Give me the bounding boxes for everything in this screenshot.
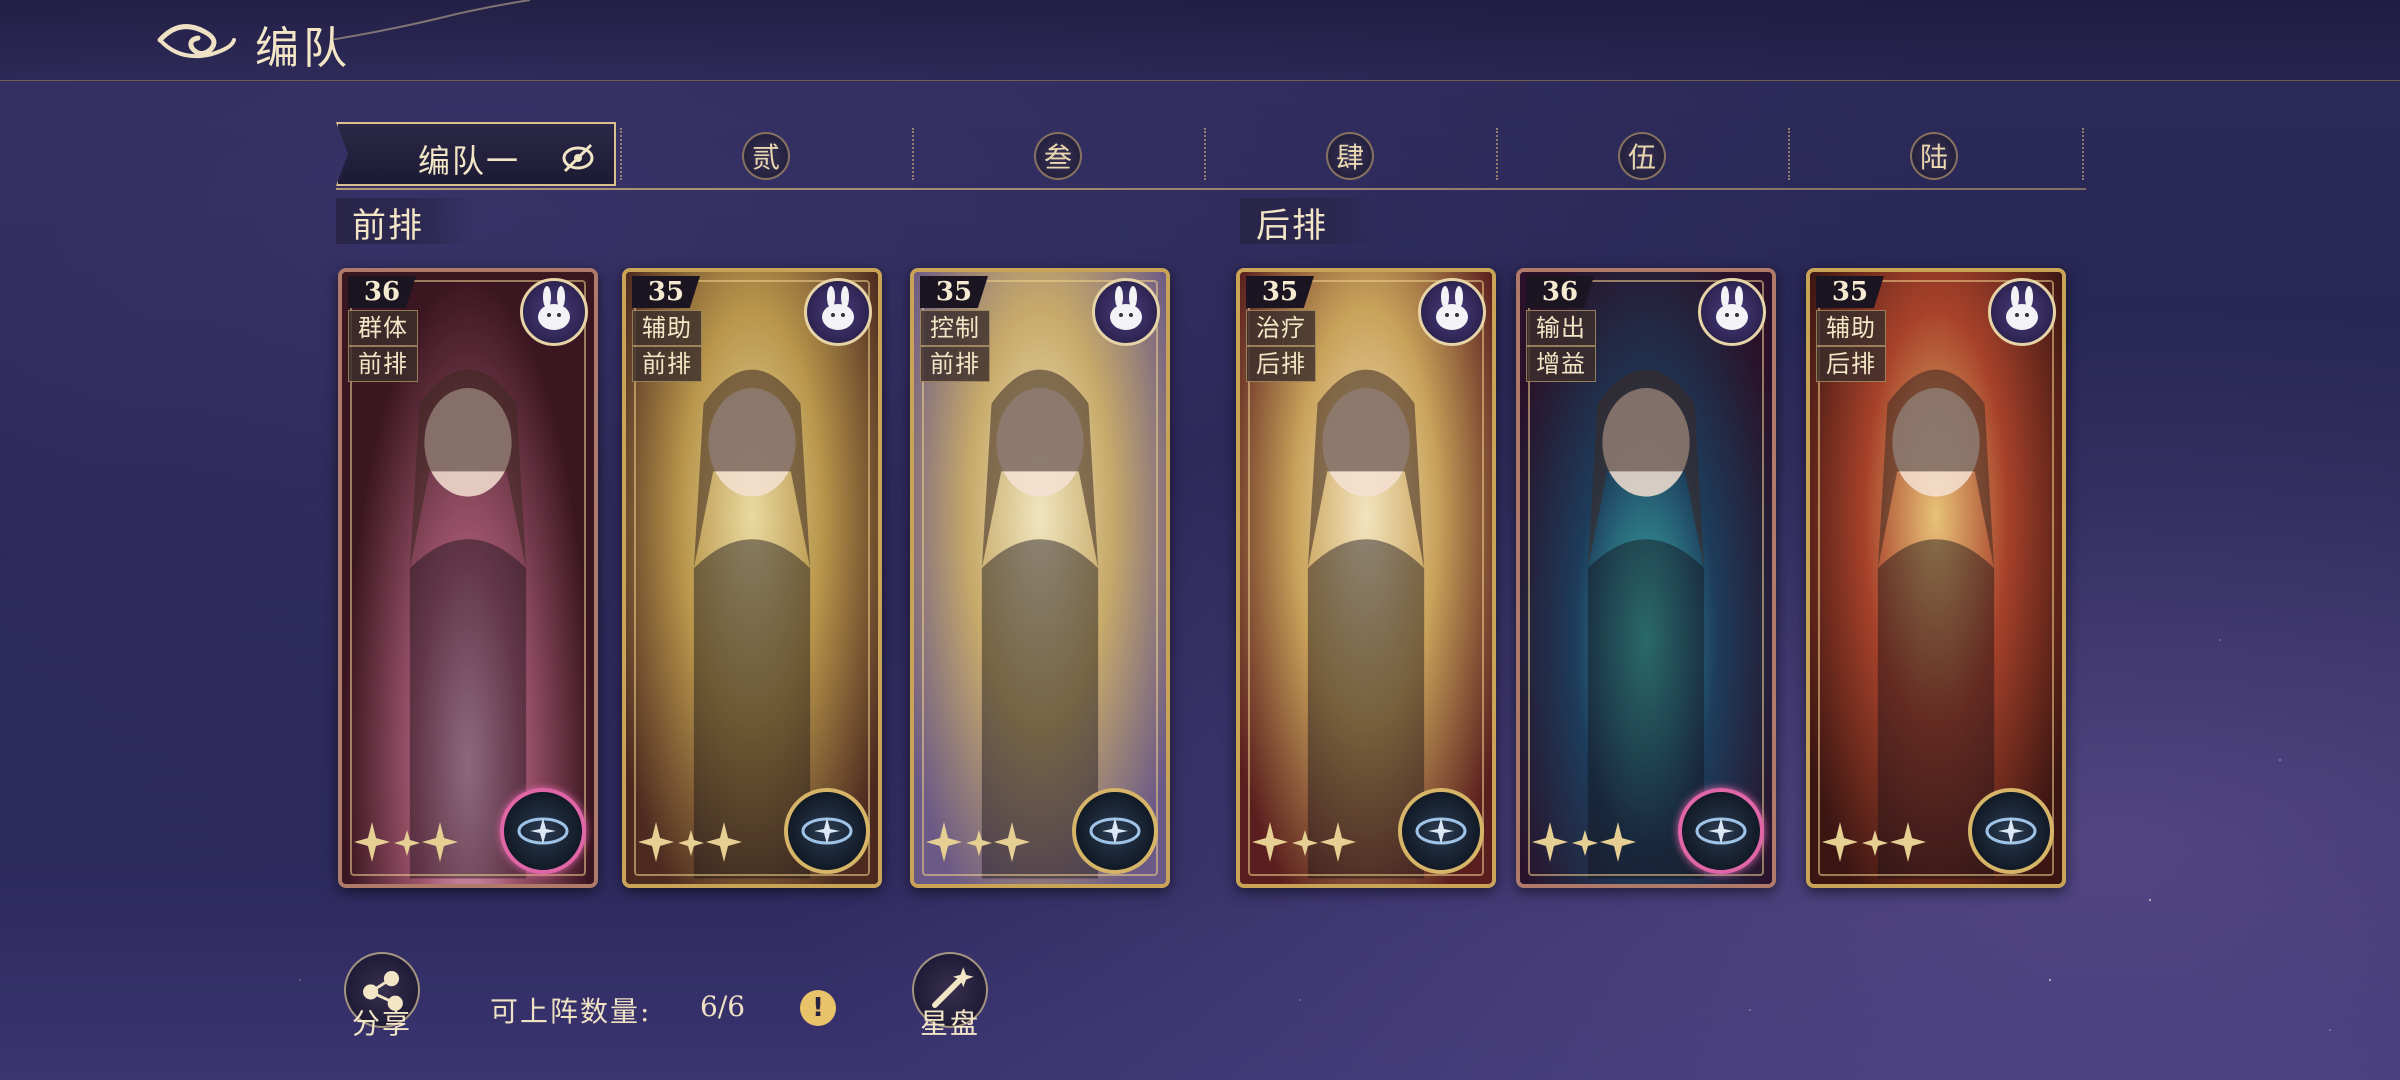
tab-separator	[2082, 128, 2084, 180]
back-row-label: 后排	[1240, 198, 1376, 246]
front-row-label: 前排	[336, 198, 472, 246]
character-card[interactable]: 35 控制 前排	[910, 268, 1170, 888]
pet-avatar-icon[interactable]	[1418, 278, 1486, 346]
share-button-label: 分享	[352, 1007, 413, 1040]
level-badge: 35	[632, 276, 700, 308]
pet-avatar-icon[interactable]	[520, 278, 588, 346]
pet-avatar-icon[interactable]	[804, 278, 872, 346]
tab-team-3[interactable]: 叁	[912, 122, 1204, 186]
deploy-count-label: 可上阵数量:	[490, 995, 652, 1028]
role-tag: 辅助	[1816, 310, 1886, 346]
role-tag: 输出	[1526, 310, 1596, 346]
skill-emblem-icon[interactable]	[1678, 788, 1764, 874]
position-tag: 前排	[348, 346, 418, 382]
character-card[interactable]: 35 辅助 后排	[1806, 268, 2066, 888]
tab-team-5-label: 伍	[1618, 132, 1666, 180]
pet-avatar-icon[interactable]	[1698, 278, 1766, 346]
tab-team-5[interactable]: 伍	[1496, 122, 1788, 186]
info-icon[interactable]: !	[800, 990, 836, 1026]
position-tag: 后排	[1246, 346, 1316, 382]
decorative-swirl-icon	[330, 0, 530, 40]
tab-team-4[interactable]: 肆	[1204, 122, 1496, 186]
tab-team-6-label: 陆	[1910, 132, 1958, 180]
star-rank-icon	[1532, 822, 1636, 862]
deploy-count-value: 6/6	[700, 990, 746, 1023]
team-tabs: 编队一 贰 叁 肆 伍 陆	[336, 122, 2086, 190]
star-chart-button-label: 星盘	[920, 1007, 981, 1040]
hide-eye-icon[interactable]	[560, 140, 596, 176]
star-rank-icon	[1252, 822, 1356, 862]
position-tag: 后排	[1816, 346, 1886, 382]
tab-team-3-label: 叁	[1034, 132, 1082, 180]
position-tag: 前排	[632, 346, 702, 382]
pet-avatar-icon[interactable]	[1988, 278, 2056, 346]
role-tag: 控制	[920, 310, 990, 346]
star-rank-icon	[926, 822, 1030, 862]
role-tag: 治疗	[1246, 310, 1316, 346]
position-tag: 增益	[1526, 346, 1596, 382]
level-badge: 35	[1816, 276, 1884, 308]
skill-emblem-icon[interactable]	[784, 788, 870, 874]
back-swirl-icon[interactable]	[150, 10, 240, 70]
top-bar: 编队	[0, 0, 2400, 81]
level-badge: 36	[348, 276, 416, 308]
star-rank-icon	[638, 822, 742, 862]
tab-team-1[interactable]: 编队一	[336, 122, 616, 186]
character-card[interactable]: 36 群体 前排	[338, 268, 598, 888]
level-badge: 35	[1246, 276, 1314, 308]
character-card[interactable]: 36 输出 增益	[1516, 268, 1776, 888]
character-card[interactable]: 35 治疗 后排	[1236, 268, 1496, 888]
skill-emblem-icon[interactable]	[1072, 788, 1158, 874]
tab-team-1-label: 编队一	[418, 142, 521, 180]
position-tag: 前排	[920, 346, 990, 382]
star-rank-icon	[354, 822, 458, 862]
star-rank-icon	[1822, 822, 1926, 862]
tab-team-6[interactable]: 陆	[1788, 122, 2080, 186]
character-card[interactable]: 35 辅助 前排	[622, 268, 882, 888]
skill-emblem-icon[interactable]	[500, 788, 586, 874]
tab-team-4-label: 肆	[1326, 132, 1374, 180]
role-tag: 群体	[348, 310, 418, 346]
skill-emblem-icon[interactable]	[1398, 788, 1484, 874]
tab-team-2[interactable]: 贰	[620, 122, 912, 186]
tab-team-2-label: 贰	[742, 132, 790, 180]
level-badge: 36	[1526, 276, 1594, 308]
role-tag: 辅助	[632, 310, 702, 346]
tab-underline	[336, 188, 2086, 190]
pet-avatar-icon[interactable]	[1092, 278, 1160, 346]
level-badge: 35	[920, 276, 988, 308]
skill-emblem-icon[interactable]	[1968, 788, 2054, 874]
